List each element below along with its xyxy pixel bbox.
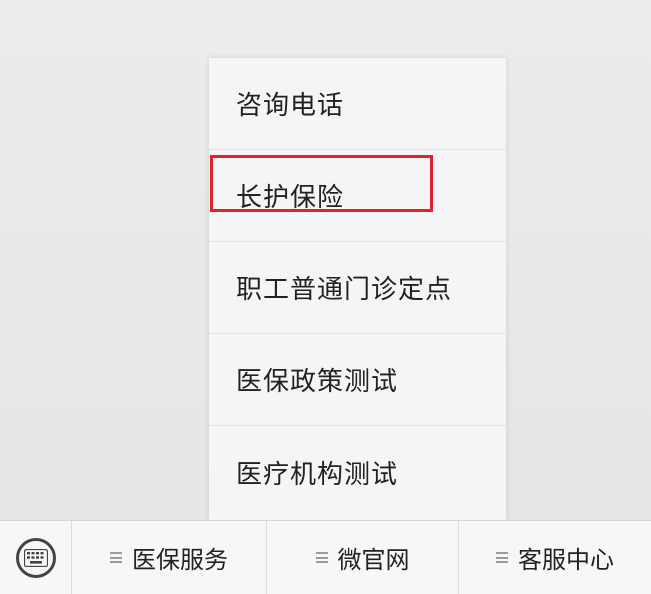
submenu-item-consult-phone[interactable]: 咨询电话 bbox=[209, 58, 506, 150]
tab-label: 医保服务 bbox=[132, 546, 228, 574]
submenu-item-label: 医保政策测试 bbox=[236, 367, 399, 397]
bottom-menu-bar: 医保服务 微官网 客服中心 bbox=[0, 520, 651, 594]
tab-customer-service[interactable]: 客服中心 bbox=[459, 521, 651, 594]
menu-lines-icon bbox=[110, 552, 122, 563]
tab-medical-insurance-service[interactable]: 医保服务 bbox=[72, 521, 267, 594]
submenu-item-policy-test[interactable]: 医保政策测试 bbox=[209, 334, 506, 426]
keyboard-toggle-button[interactable] bbox=[0, 521, 72, 594]
submenu-item-label: 长护保险 bbox=[236, 183, 345, 213]
menu-lines-icon bbox=[496, 552, 508, 563]
tab-label: 客服中心 bbox=[518, 546, 614, 574]
keyboard-icon bbox=[15, 537, 56, 578]
submenu-item-label: 咨询电话 bbox=[236, 91, 345, 121]
submenu-item-label: 职工普通门诊定点 bbox=[236, 275, 453, 305]
tab-micro-website[interactable]: 微官网 bbox=[267, 521, 459, 594]
submenu-item-long-term-care-insurance[interactable]: 长护保险 bbox=[209, 150, 506, 242]
menu-lines-icon bbox=[315, 552, 328, 563]
submenu-item-medical-institution-test[interactable]: 医疗机构测试 bbox=[209, 426, 506, 518]
submenu-item-label: 医疗机构测试 bbox=[236, 459, 399, 490]
popup-submenu: 咨询电话 长护保险 职工普通门诊定点 医保政策测试 医疗机构测试 bbox=[209, 58, 506, 520]
submenu-item-outpatient-designated[interactable]: 职工普通门诊定点 bbox=[209, 242, 506, 334]
tab-label: 微官网 bbox=[337, 546, 410, 574]
